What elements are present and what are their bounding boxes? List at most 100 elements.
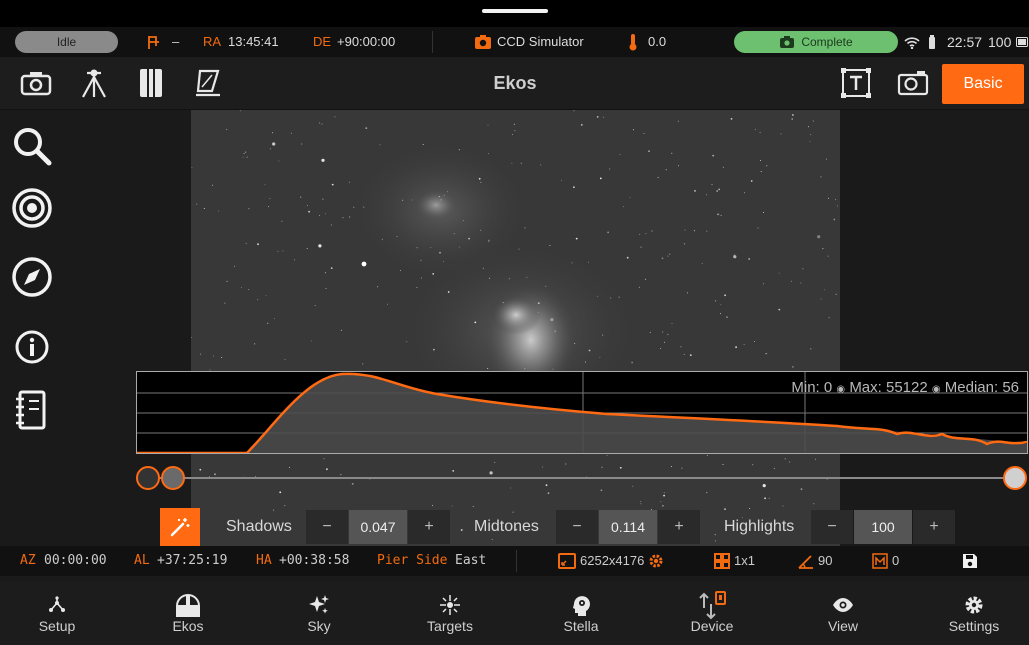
left-sidebar — [0, 110, 64, 546]
star — [588, 349, 591, 352]
midtones-handle[interactable] — [161, 466, 185, 490]
nav-device[interactable]: Device — [657, 582, 767, 645]
shadows-handle[interactable] — [136, 466, 160, 490]
star — [823, 289, 825, 291]
nav-stella[interactable]: Stella — [526, 582, 636, 645]
star — [488, 277, 490, 279]
divider — [516, 550, 517, 572]
star — [706, 230, 708, 232]
magic-wand-icon — [170, 518, 190, 537]
star — [651, 230, 653, 232]
star — [488, 239, 490, 241]
star — [584, 361, 586, 363]
star — [340, 329, 342, 331]
angle-item[interactable]: 90 — [798, 546, 832, 576]
star — [246, 156, 248, 158]
midtones-decrease-button[interactable]: − — [556, 510, 598, 544]
nav-sky[interactable]: Sky — [264, 582, 374, 645]
star — [257, 243, 259, 246]
highlights-label: Highlights — [724, 518, 795, 535]
info-icon[interactable] — [10, 325, 54, 369]
search-icon[interactable] — [10, 124, 54, 168]
star — [633, 129, 634, 131]
star — [748, 258, 751, 260]
nav-settings[interactable]: Settings — [919, 582, 1029, 645]
star — [790, 280, 792, 282]
star — [677, 120, 679, 122]
capture-camera-icon[interactable] — [18, 65, 54, 101]
midtones-value-field[interactable]: 0.114 — [599, 510, 657, 544]
text-overlay-icon[interactable] — [838, 65, 874, 101]
resolution-item[interactable]: 6252x4176 — [558, 546, 664, 576]
target-icon[interactable] — [10, 186, 54, 230]
frame-camera-icon[interactable] — [895, 65, 931, 101]
shadows-value-field[interactable]: 0.047 — [349, 510, 407, 544]
highlights-decrease-button[interactable]: − — [811, 510, 853, 544]
slider-track[interactable] — [148, 477, 1016, 479]
nav-ekos[interactable]: Ekos — [133, 582, 243, 645]
histogram-panel[interactable]: Min: 0 ◉ Max: 55122 ◉ Median: 56 — [136, 371, 1028, 454]
pier-side-value: East — [455, 553, 487, 568]
star — [245, 151, 247, 153]
nav-targets[interactable]: Targets — [395, 582, 505, 645]
nav-view-label: View — [827, 618, 859, 634]
shadows-decrease-button[interactable]: − — [306, 510, 348, 544]
midtones-increase-button[interactable]: + — [658, 510, 700, 544]
star — [828, 197, 829, 199]
star — [759, 160, 761, 161]
binning-item[interactable]: 1x1 — [714, 546, 755, 576]
nav-setup[interactable]: Setup — [2, 582, 112, 645]
highlights-increase-button[interactable]: + — [913, 510, 955, 544]
highlights-value-field[interactable]: 100 — [854, 510, 912, 544]
camera-name[interactable]: CCD Simulator — [497, 27, 584, 57]
star — [218, 210, 220, 212]
star — [267, 322, 269, 324]
crosshair-icon — [440, 595, 460, 615]
star — [282, 250, 284, 252]
star — [629, 197, 631, 199]
telescope-tripod-icon[interactable] — [76, 65, 112, 101]
star — [663, 494, 665, 497]
star — [683, 353, 685, 355]
star — [665, 169, 667, 171]
auto-stretch-button[interactable] — [160, 508, 200, 546]
star — [550, 318, 554, 322]
battery-percent: 100 — [988, 34, 1012, 50]
star — [274, 318, 275, 320]
star — [265, 295, 267, 297]
star — [766, 353, 768, 355]
capture-status-badge[interactable]: Complete — [734, 31, 898, 53]
shadows-increase-button[interactable]: + — [408, 510, 450, 544]
gear-icon[interactable] — [648, 553, 664, 569]
star — [693, 230, 695, 232]
star — [663, 341, 665, 343]
compass-icon[interactable] — [10, 255, 54, 299]
page-title: Ekos — [493, 73, 537, 93]
star — [631, 361, 633, 364]
filter-book-icon[interactable] — [133, 65, 169, 101]
star — [671, 152, 673, 154]
star — [743, 344, 745, 345]
star — [324, 272, 326, 274]
star — [432, 273, 435, 275]
star — [272, 142, 276, 146]
highlights-handle[interactable] — [1003, 466, 1027, 490]
star — [639, 233, 641, 235]
observatory-dome-icon — [176, 594, 200, 617]
star — [402, 199, 404, 201]
mount-icon — [146, 27, 162, 57]
star — [321, 158, 325, 162]
save-icon[interactable] — [962, 546, 978, 576]
basic-mode-button[interactable]: Basic — [942, 64, 1024, 104]
nav-view[interactable]: View — [788, 582, 898, 645]
logbook-icon[interactable] — [10, 388, 54, 432]
star — [792, 114, 794, 116]
flat-field-icon[interactable] — [190, 65, 226, 101]
star — [754, 128, 756, 130]
star — [482, 267, 484, 269]
offset-item[interactable]: 0 — [872, 546, 899, 576]
star — [268, 206, 270, 208]
idle-status-badge[interactable]: Idle — [15, 31, 118, 53]
stretch-range-slider[interactable] — [136, 462, 1028, 494]
gesture-pill[interactable] — [482, 9, 548, 13]
